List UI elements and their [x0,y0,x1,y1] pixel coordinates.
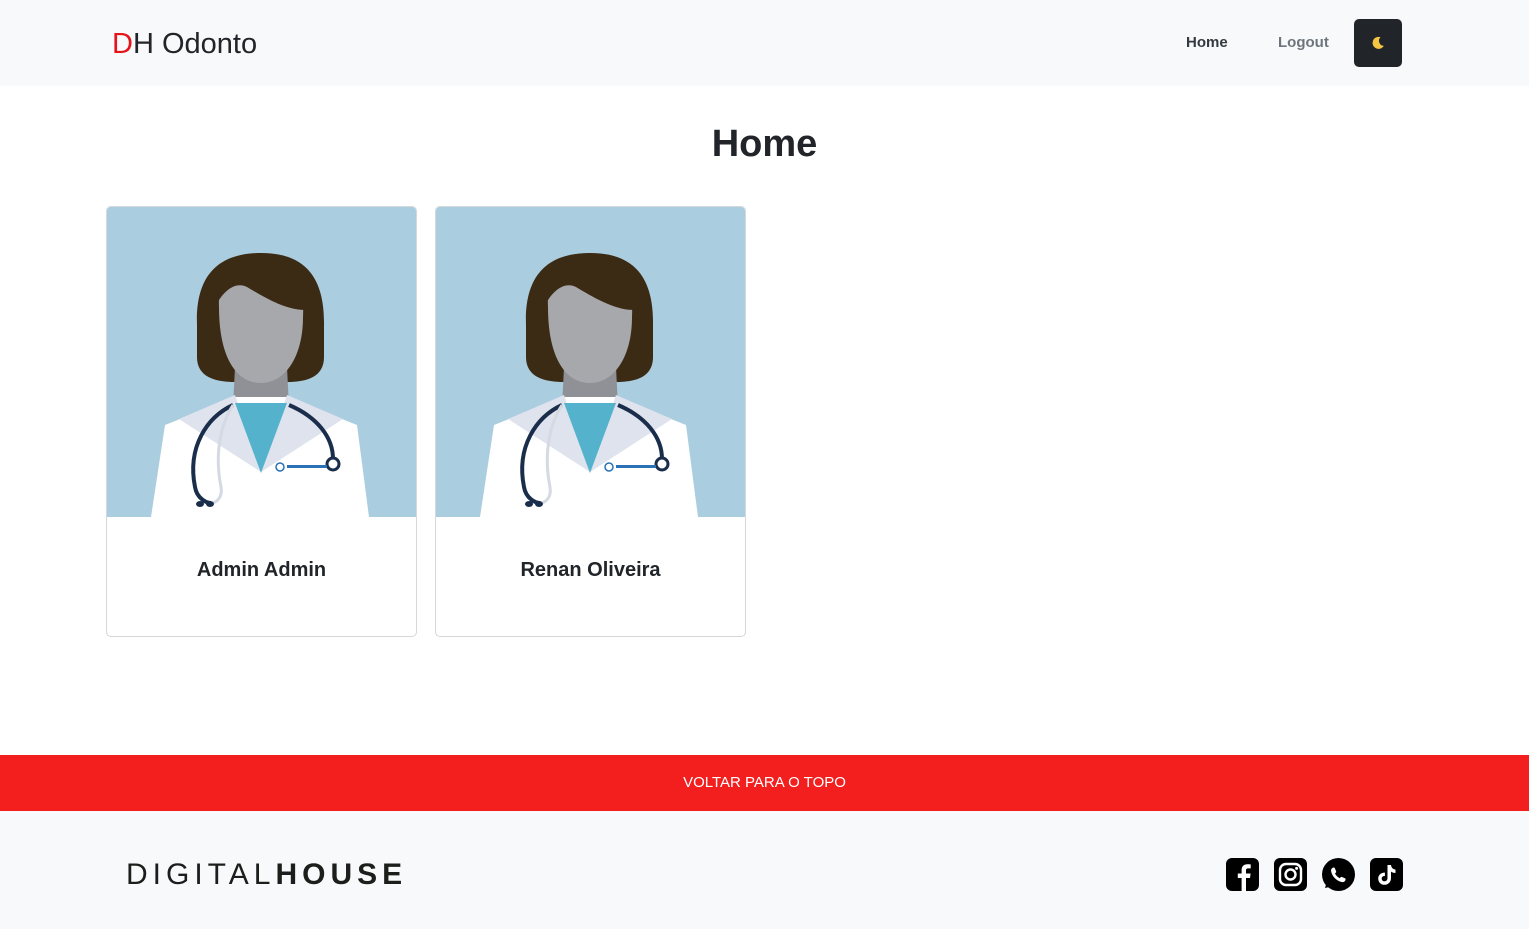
instagram-link[interactable] [1274,858,1307,891]
card-image [436,207,745,517]
whatsapp-icon [1325,861,1352,889]
nav-link-home[interactable]: Home [1186,33,1228,53]
tiktok-link[interactable] [1370,858,1403,891]
card-image [107,207,416,517]
tiktok-icon [1378,865,1396,885]
dentist-card[interactable]: Admin Admin [106,206,417,637]
nav-link-logout[interactable]: Logout [1278,33,1329,53]
instagram-icon [1278,862,1303,887]
theme-toggle-button[interactable] [1354,19,1402,67]
whatsapp-link[interactable] [1322,858,1355,891]
moon-icon [1372,36,1384,49]
logo-heavy-text: HOUSE [275,858,408,891]
brand-logo-link[interactable]: DH Odonto [112,26,257,62]
brand-name: H Odonto [132,28,258,60]
facebook-link[interactable] [1226,858,1259,891]
doctor-avatar-icon [151,253,369,517]
dentist-card[interactable]: Renan Oliveira [435,206,746,637]
back-to-top-button[interactable]: VOLTAR PARA O TOPO [0,755,1529,811]
brand-initial: D [112,28,133,60]
doctor-avatar-icon [480,253,698,517]
navbar: DH Odonto Home Logout [0,0,1529,86]
footer: DIGITALHOUSE [0,811,1529,929]
facebook-icon [1237,864,1251,891]
digitalhouse-logo: DIGITALHOUSE [126,859,407,891]
card-name: Admin Admin [196,559,327,581]
page-title: Home [711,123,818,165]
logo-light-text: DIGITAL [126,858,276,891]
card-name: Renan Oliveira [520,559,661,581]
